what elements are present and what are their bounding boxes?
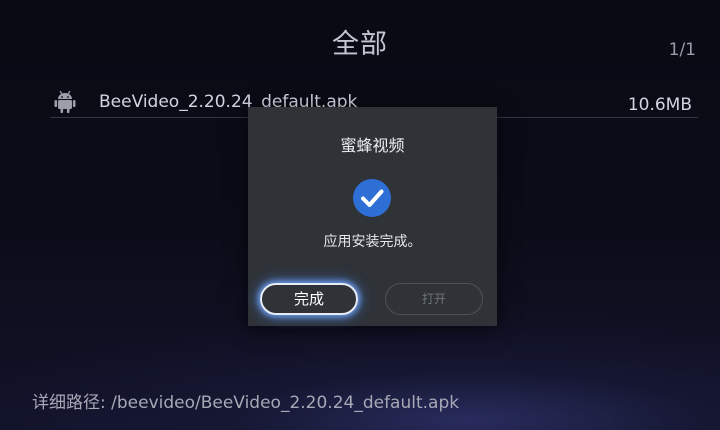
page-title: 全部 bbox=[332, 29, 388, 60]
install-complete-dialog: 蜜蜂视频 应用安装完成。 完成 打开 bbox=[248, 107, 497, 326]
file-size: 10.6MB bbox=[627, 95, 692, 115]
file-path: 详细路径: /beevideo/BeeVideo_2.20.24_default… bbox=[32, 393, 460, 413]
page-indicator: 1/1 bbox=[668, 40, 696, 60]
dialog-title: 蜜蜂视频 bbox=[340, 136, 405, 155]
android-icon bbox=[54, 89, 76, 113]
dialog-message: 应用安装完成。 bbox=[323, 234, 422, 250]
open-button[interactable]: 打开 bbox=[385, 283, 483, 315]
check-circle-icon bbox=[352, 178, 392, 218]
done-button[interactable]: 完成 bbox=[260, 283, 358, 315]
